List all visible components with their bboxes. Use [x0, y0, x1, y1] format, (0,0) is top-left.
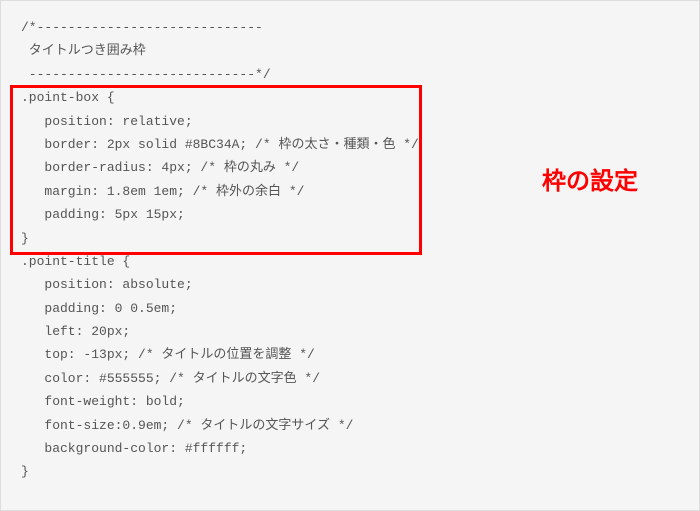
code-line: padding: 5px 15px;	[21, 203, 679, 226]
code-line: padding: 0 0.5em;	[21, 297, 679, 320]
code-line: position: absolute;	[21, 273, 679, 296]
code-block: /*----------------------------- タイトルつき囲み…	[0, 0, 700, 511]
code-line: -----------------------------*/	[21, 63, 679, 86]
code-line: }	[21, 227, 679, 250]
code-line: タイトルつき囲み枠	[21, 39, 679, 62]
code-line: border: 2px solid #8BC34A; /* 枠の太さ・種類・色 …	[21, 133, 679, 156]
annotation-label: 枠の設定	[542, 160, 638, 203]
code-line: font-weight: bold;	[21, 390, 679, 413]
code-line: background-color: #ffffff;	[21, 437, 679, 460]
code-line: color: #555555; /* タイトルの文字色 */	[21, 367, 679, 390]
code-line: top: -13px; /* タイトルの位置を調整 */	[21, 343, 679, 366]
code-line: /*-----------------------------	[21, 16, 679, 39]
code-line: .point-title {	[21, 250, 679, 273]
code-line: }	[21, 460, 679, 483]
code-line: font-size:0.9em; /* タイトルの文字サイズ */	[21, 414, 679, 437]
code-line: position: relative;	[21, 110, 679, 133]
code-line: .point-box {	[21, 86, 679, 109]
code-line: left: 20px;	[21, 320, 679, 343]
